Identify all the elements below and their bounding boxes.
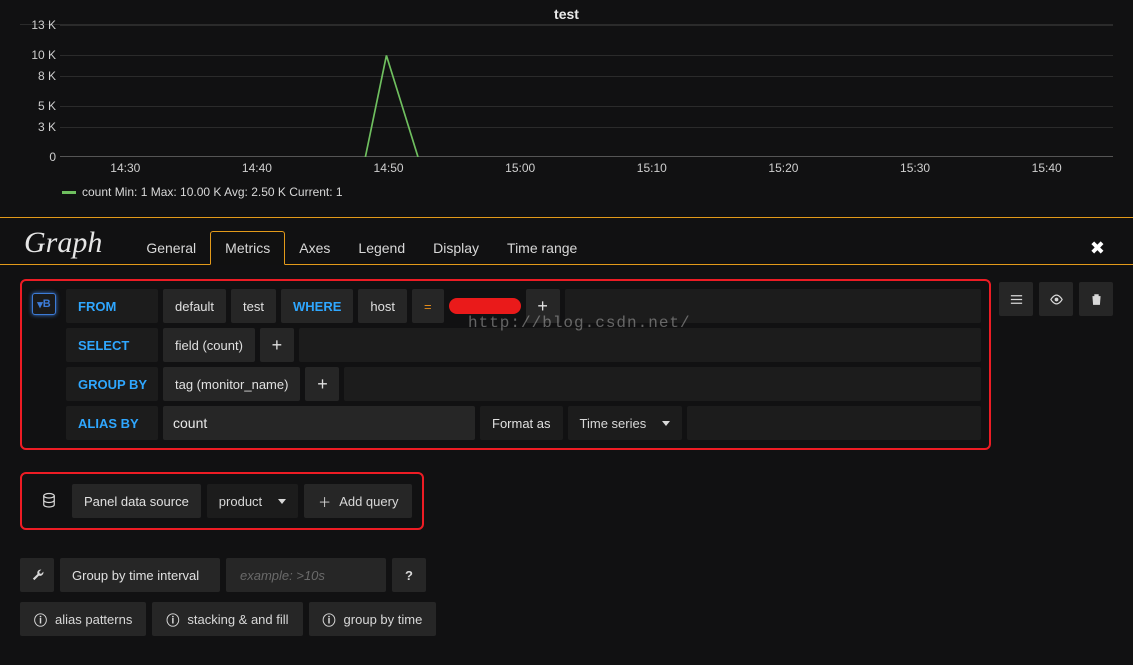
tab-axes[interactable]: Axes <box>285 232 344 264</box>
tab-timerange[interactable]: Time range <box>493 232 591 264</box>
select-keyword: SELECT <box>66 328 158 362</box>
alias-row: ALIAS BY Format as Time series <box>66 406 981 440</box>
from-keyword: FROM <box>66 289 158 323</box>
select-row: SELECT field (count) + <box>66 328 981 362</box>
plot-grid <box>60 25 1113 157</box>
y-tick: 0 <box>20 150 56 164</box>
where-operator[interactable]: = <box>412 289 444 323</box>
format-as-select[interactable]: Time series <box>568 406 683 440</box>
x-tick: 15:30 <box>900 161 930 175</box>
format-as-value: Time series <box>580 416 647 431</box>
y-tick: 3 K <box>20 120 56 134</box>
x-tick: 15:40 <box>1032 161 1062 175</box>
menu-icon[interactable] <box>999 282 1033 316</box>
chart-legend[interactable]: count Min: 1 Max: 10.00 K Avg: 2.50 K Cu… <box>20 179 1113 205</box>
datasource-select[interactable]: product <box>207 484 298 518</box>
tabs: General Metrics Axes Legend Display Time… <box>132 230 591 264</box>
panel-title: Graph <box>24 226 132 264</box>
x-tick: 15:20 <box>768 161 798 175</box>
query-toolbar <box>999 279 1113 450</box>
legend-text: count Min: 1 Max: 10.00 K Avg: 2.50 K Cu… <box>82 185 343 199</box>
x-tick: 15:10 <box>637 161 667 175</box>
alias-row-spacer <box>687 406 981 440</box>
groupby-row: GROUP BY tag (monitor_name) + <box>66 367 981 401</box>
chart-panel: test 0 3 K 5 K 8 K 10 K 13 K 14:30 14:40… <box>0 0 1133 205</box>
format-as-label: Format as <box>480 406 563 440</box>
datasource-row: Panel data source product ＋ Add query <box>20 472 424 530</box>
datasource-label: Panel data source <box>72 484 201 518</box>
legend-swatch <box>62 191 76 194</box>
info-icon: ⓘ <box>166 610 179 629</box>
tab-general[interactable]: General <box>132 232 210 264</box>
select-row-spacer <box>299 328 981 362</box>
metrics-body: ▾B FROM default test WHERE host = + SELE… <box>0 265 1133 650</box>
x-tick: 14:50 <box>374 161 404 175</box>
chart-plot-area[interactable]: 0 3 K 5 K 8 K 10 K 13 K 14:30 14:40 14:5… <box>20 24 1113 179</box>
interval-input-wrap <box>226 558 386 592</box>
alias-input-wrap <box>163 406 475 440</box>
panel-header: Graph General Metrics Axes Legend Displa… <box>0 218 1133 264</box>
help-stacking-label: stacking & and fill <box>187 612 288 627</box>
from-row-spacer <box>565 289 981 323</box>
where-value-redacted[interactable] <box>449 298 521 314</box>
aliasby-keyword: ALIAS BY <box>66 406 158 440</box>
x-tick: 14:30 <box>110 161 140 175</box>
interval-row: Group by time interval ? <box>20 558 1113 592</box>
y-tick: 5 K <box>20 99 56 113</box>
plus-icon: ＋ <box>318 492 331 511</box>
info-icon: ⓘ <box>34 610 47 629</box>
from-policy[interactable]: default <box>163 289 226 323</box>
y-tick: 13 K <box>20 18 56 32</box>
interval-label: Group by time interval <box>60 558 220 592</box>
add-query-label: Add query <box>339 494 398 509</box>
groupby-row-spacer <box>344 367 981 401</box>
where-tag[interactable]: host <box>358 289 407 323</box>
wrench-icon[interactable] <box>20 558 54 592</box>
interval-help-icon[interactable]: ? <box>392 558 426 592</box>
select-add-button[interactable]: + <box>260 328 294 362</box>
x-tick: 14:40 <box>242 161 272 175</box>
query-letter-handle[interactable]: ▾B <box>32 293 56 315</box>
where-add-button[interactable]: + <box>526 289 560 323</box>
y-axis-labels: 0 3 K 5 K 8 K 10 K 13 K <box>20 25 56 157</box>
where-keyword: WHERE <box>281 289 353 323</box>
x-axis-labels: 14:30 14:40 14:50 15:00 15:10 15:20 15:3… <box>60 159 1113 179</box>
alias-input[interactable] <box>173 406 465 440</box>
series-count <box>60 25 1113 157</box>
groupby-keyword: GROUP BY <box>66 367 158 401</box>
datasource-value: product <box>219 494 262 509</box>
help-alias-label: alias patterns <box>55 612 132 627</box>
info-icon: ⓘ <box>323 610 336 629</box>
select-field[interactable]: field (count) <box>163 328 255 362</box>
y-tick: 8 K <box>20 69 56 83</box>
from-measurement[interactable]: test <box>231 289 276 323</box>
groupby-add-button[interactable]: + <box>305 367 339 401</box>
help-alias-patterns[interactable]: ⓘ alias patterns <box>20 602 146 636</box>
from-row: FROM default test WHERE host = + <box>66 289 981 323</box>
caret-down-icon <box>662 421 670 426</box>
tab-display[interactable]: Display <box>419 232 493 264</box>
query-editor: ▾B FROM default test WHERE host = + SELE… <box>20 279 991 450</box>
help-stacking-fill[interactable]: ⓘ stacking & and fill <box>152 602 302 636</box>
tab-metrics[interactable]: Metrics <box>210 231 285 265</box>
database-icon <box>32 484 66 518</box>
eye-icon[interactable] <box>1039 282 1073 316</box>
close-icon[interactable]: ✖ <box>1090 238 1105 259</box>
groupby-tag[interactable]: tag (monitor_name) <box>163 367 300 401</box>
chart-title: test <box>20 4 1113 24</box>
trash-icon[interactable] <box>1079 282 1113 316</box>
add-query-button[interactable]: ＋ Add query <box>304 484 412 518</box>
help-row: ⓘ alias patterns ⓘ stacking & and fill ⓘ… <box>20 602 1113 636</box>
interval-input[interactable] <box>240 558 350 592</box>
caret-down-icon <box>278 499 286 504</box>
help-groupby-label: group by time <box>344 612 423 627</box>
y-tick: 10 K <box>20 48 56 62</box>
tab-legend[interactable]: Legend <box>344 232 419 264</box>
x-tick: 15:00 <box>505 161 535 175</box>
help-group-by-time[interactable]: ⓘ group by time <box>309 602 437 636</box>
